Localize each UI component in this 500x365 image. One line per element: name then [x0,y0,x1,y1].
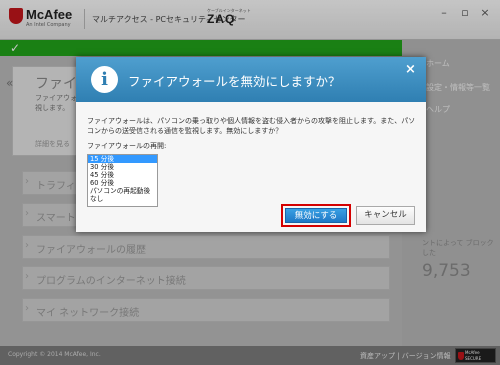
reenable-time-listbox[interactable]: 15 分後 30 分後 45 分後 60 分後 パソコンの再起動後 なし [87,154,158,207]
time-option-never[interactable]: なし [88,195,157,203]
dialog-title: ファイアウォールを無効にしますか？ [128,74,341,89]
time-option-30min[interactable]: 30 分後 [88,163,157,171]
time-option-after-restart[interactable]: パソコンの再起動後 [88,187,157,195]
dialog-close-button[interactable]: × [405,62,416,77]
info-icon: i [91,66,118,93]
disable-firewall-dialog: i ファイアウォールを無効にしますか？ × ファイアウォールは、パソコンの乗っ取… [76,57,426,232]
disable-button[interactable]: 無効にする [285,208,347,223]
time-option-45min[interactable]: 45 分後 [88,171,157,179]
dialog-message: ファイアウォールは、パソコンの乗っ取りや個人情報を盗む侵入者からの攻撃を阻止しま… [87,117,416,135]
dialog-header: i ファイアウォールを無効にしますか？ × [76,57,426,102]
cancel-button[interactable]: キャンセル [356,206,415,225]
disable-button-highlight: 無効にする [281,204,351,227]
reenable-label: ファイアウォールの再開: [87,142,167,150]
time-option-60min[interactable]: 60 分後 [88,179,157,187]
time-option-15min[interactable]: 15 分後 [88,155,157,163]
